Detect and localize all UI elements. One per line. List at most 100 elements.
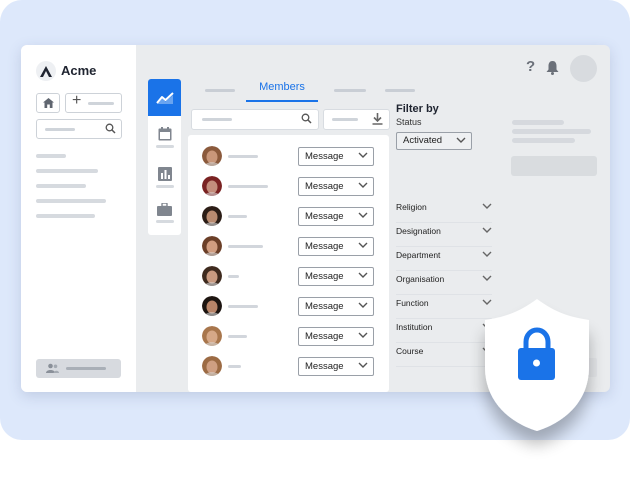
module-rail [148, 79, 181, 235]
jobs-module-button[interactable] [148, 203, 181, 231]
shield-lock-icon [470, 293, 605, 468]
member-list: Message Message Message Message Message Messa… [188, 135, 389, 392]
team-label-placeholder [66, 367, 106, 370]
chevron-down-icon [482, 227, 492, 233]
team-button[interactable] [36, 359, 121, 378]
calendar-module-button[interactable] [148, 127, 181, 155]
message-select[interactable]: Message [298, 207, 374, 226]
sidebar-search-input[interactable] [36, 119, 122, 139]
export-button[interactable] [323, 109, 390, 130]
message-select-label: Message [305, 241, 344, 252]
tab-members[interactable]: Members [246, 81, 318, 93]
member-name-placeholder [228, 365, 241, 368]
bell-icon[interactable] [546, 60, 559, 75]
search-placeholder [45, 128, 75, 131]
filter-facet-organisation[interactable]: Organisation [396, 270, 492, 295]
briefcase-icon [157, 203, 172, 216]
filter-facet-label: Organisation [396, 274, 445, 284]
member-row[interactable]: Message [188, 233, 389, 263]
home-icon [42, 98, 54, 108]
chevron-down-icon [358, 242, 368, 248]
member-row[interactable]: Message [188, 353, 389, 383]
help-icon[interactable]: ? [526, 58, 535, 75]
add-new-label-placeholder [88, 102, 114, 105]
filter-title: Filter by [396, 103, 439, 115]
members-search-input[interactable] [191, 109, 319, 130]
member-avatar [202, 266, 222, 286]
member-avatar [202, 146, 222, 166]
message-select[interactable]: Message [298, 297, 374, 316]
reports-module-button[interactable] [148, 167, 181, 195]
member-row[interactable]: Message [188, 143, 389, 173]
chevron-down-icon [358, 152, 368, 158]
search-icon [301, 113, 312, 124]
chevron-down-icon [482, 203, 492, 209]
chevron-down-icon [358, 302, 368, 308]
member-row[interactable]: Message [188, 173, 389, 203]
chart-line-icon [155, 91, 174, 104]
download-icon [372, 113, 383, 125]
chevron-down-icon [358, 272, 368, 278]
export-label-placeholder [332, 118, 358, 121]
search-icon [105, 123, 116, 134]
member-row[interactable]: Message [188, 293, 389, 323]
message-select[interactable]: Message [298, 177, 374, 196]
filter-facet-label: Religion [396, 202, 427, 212]
sidebar-item[interactable] [36, 154, 66, 158]
member-avatar [202, 326, 222, 346]
member-row[interactable]: Message [188, 263, 389, 293]
member-avatar [202, 236, 222, 256]
message-select-label: Message [305, 211, 344, 222]
message-select[interactable]: Message [298, 327, 374, 346]
sidebar-item[interactable] [36, 199, 106, 203]
member-avatar [202, 356, 222, 376]
member-name-placeholder [228, 335, 247, 338]
message-select-label: Message [305, 301, 344, 312]
member-avatar [202, 206, 222, 226]
add-new-button[interactable]: + [65, 92, 122, 113]
tab-placeholder[interactable] [205, 89, 235, 92]
chevron-down-icon [358, 212, 368, 218]
tab-placeholder[interactable] [334, 89, 366, 92]
filter-facet-label: Function [396, 298, 429, 308]
filter-facet-designation[interactable]: Designation [396, 222, 492, 247]
tab-placeholder[interactable] [385, 89, 415, 92]
detail-placeholder [512, 120, 564, 125]
filter-facet-label: Designation [396, 226, 441, 236]
status-label: Status [396, 117, 422, 127]
calendar-icon [158, 127, 171, 141]
tabs-bar: Members [189, 75, 489, 103]
chevron-down-icon [456, 137, 466, 143]
sidebar-item[interactable] [36, 184, 86, 188]
member-row[interactable]: Message [188, 323, 389, 353]
member-name-placeholder [228, 155, 258, 158]
search-placeholder [202, 118, 232, 121]
message-select[interactable]: Message [298, 357, 374, 376]
message-select-label: Message [305, 151, 344, 162]
detail-block [511, 156, 597, 176]
status-select[interactable]: Activated [396, 132, 472, 150]
plus-icon: + [72, 92, 82, 109]
user-avatar[interactable] [570, 55, 597, 82]
chevron-down-icon [482, 251, 492, 257]
sidebar-item[interactable] [36, 214, 95, 218]
detail-placeholder [512, 129, 591, 134]
message-select[interactable]: Message [298, 267, 374, 286]
message-select-label: Message [305, 181, 344, 192]
chevron-down-icon [482, 275, 492, 281]
message-select[interactable]: Message [298, 147, 374, 166]
member-name-placeholder [228, 305, 258, 308]
sidebar-item[interactable] [36, 169, 98, 173]
filter-facet-department[interactable]: Department [396, 246, 492, 271]
home-button[interactable] [36, 93, 60, 113]
member-name-placeholder [228, 215, 247, 218]
message-select[interactable]: Message [298, 237, 374, 256]
member-avatar [202, 176, 222, 196]
message-select-label: Message [305, 361, 344, 372]
member-avatar [202, 296, 222, 316]
filter-facet-religion[interactable]: Religion [396, 198, 492, 223]
member-row[interactable]: Message [188, 203, 389, 233]
status-value: Activated [403, 135, 443, 146]
analytics-module-button[interactable] [148, 79, 181, 116]
users-icon [46, 363, 59, 373]
